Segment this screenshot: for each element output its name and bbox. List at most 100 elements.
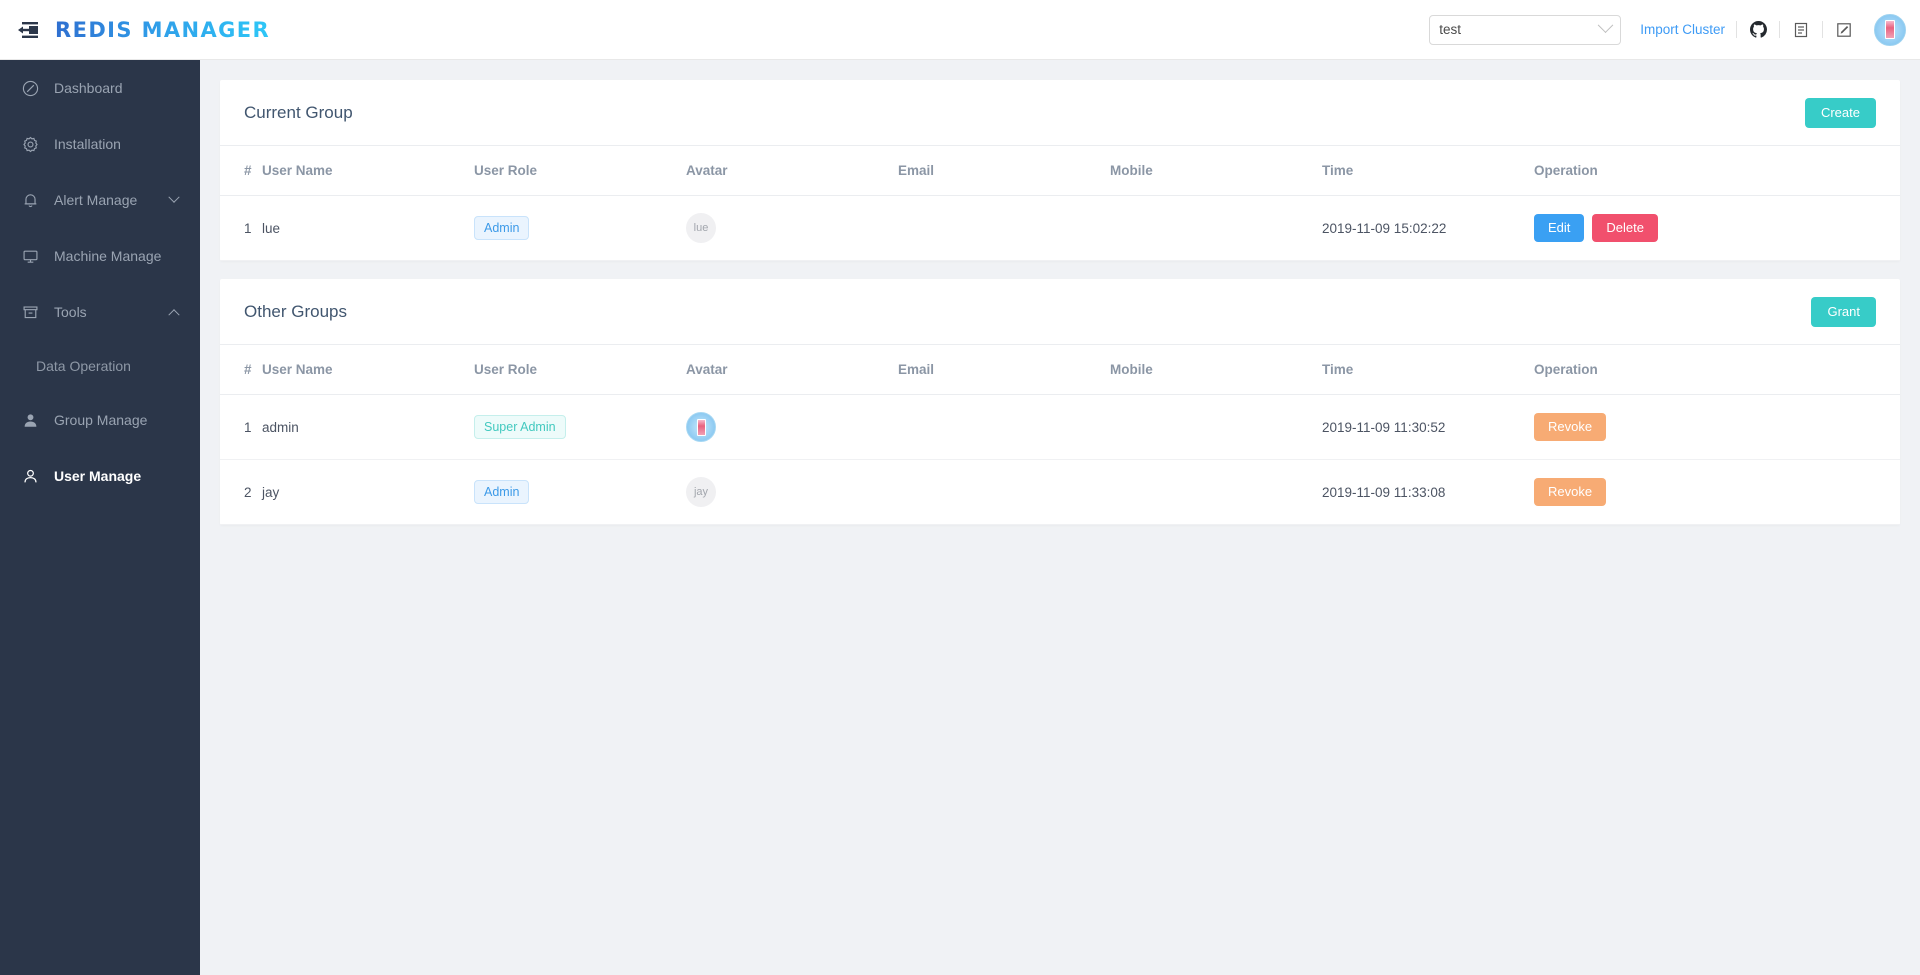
column-header-mobile: Mobile [1110, 345, 1322, 395]
user-filled-icon [20, 410, 40, 430]
cell-email [898, 195, 1110, 261]
sidebar-item-dashboard[interactable]: Dashboard [0, 60, 200, 116]
cell-avatar: lue [686, 195, 898, 261]
column-header-operation: Operation [1534, 146, 1900, 196]
status-badge: Super Admin [474, 415, 566, 439]
current-group-header: Current Group Create [220, 80, 1900, 146]
sidebar-item-user-manage[interactable]: User Manage [0, 448, 200, 504]
column-header-time: Time [1322, 146, 1534, 196]
cell-email [898, 394, 1110, 460]
revoke-button[interactable]: Revoke [1534, 413, 1607, 441]
monitor-icon [20, 246, 40, 266]
sidebar-item-installation[interactable]: Installation [0, 116, 200, 172]
sidebar-item-alert-manage[interactable]: Alert Manage [0, 172, 200, 228]
sidebar-item-label: Data Operation [36, 358, 131, 374]
avatar: lue [686, 213, 716, 243]
cell-operation: Edit Delete [1534, 195, 1900, 261]
app-header: REDIS MANAGER test Import Cluster [0, 0, 1920, 60]
bell-icon [20, 190, 40, 210]
sidebar-item-label: Group Manage [54, 412, 148, 428]
cell-mobile [1110, 394, 1322, 460]
cell-mobile [1110, 459, 1322, 525]
avatar-image [696, 418, 706, 436]
avatar: jay [686, 477, 716, 507]
table-row: 1 admin Super Admin 2019-11-09 11:30:52 [220, 394, 1900, 460]
current-group-table: # User Name User Role Avatar Email Mobil… [220, 146, 1900, 261]
table-row: 2 jay Admin jay 2019-11-09 11:33:08 Revo… [220, 459, 1900, 525]
create-button[interactable]: Create [1804, 97, 1876, 128]
cell-operation: Revoke [1534, 459, 1900, 525]
sidebar-item-group-manage[interactable]: Group Manage [0, 392, 200, 448]
column-header-role: User Role [474, 345, 686, 395]
column-header-index: # [220, 345, 262, 395]
app-brand-title: REDIS MANAGER [55, 17, 271, 42]
cell-role: Super Admin [474, 394, 686, 460]
other-groups-card: Other Groups Grant # User Name User Role… [220, 279, 1900, 525]
cell-operation: Revoke [1534, 394, 1900, 460]
github-icon[interactable] [1748, 20, 1768, 40]
table-row: 1 lue Admin lue 2019-11-09 15:02:22 Edit [220, 195, 1900, 261]
column-header-username: User Name [262, 345, 474, 395]
column-header-mobile: Mobile [1110, 146, 1322, 196]
status-badge: Admin [474, 216, 530, 240]
sidebar-item-label: Alert Manage [54, 192, 138, 208]
header-divider [1779, 21, 1780, 38]
main-content: Current Group Create # User Name User Ro… [200, 60, 1920, 975]
cell-avatar: jay [686, 459, 898, 525]
cell-time: 2019-11-09 11:30:52 [1322, 394, 1534, 460]
sidebar-item-label: Machine Manage [54, 248, 162, 264]
status-badge: Admin [474, 480, 530, 504]
sidebar-item-tools[interactable]: Tools [0, 284, 200, 340]
edit-icon[interactable] [1834, 20, 1854, 40]
delete-button[interactable]: Delete [1592, 214, 1658, 242]
sidebar-item-data-operation[interactable]: Data Operation [0, 340, 200, 392]
edit-button[interactable]: Edit [1534, 214, 1585, 242]
header-divider [1736, 21, 1737, 38]
cell-username: jay [262, 459, 474, 525]
gear-icon [20, 134, 40, 154]
avatar-image [1885, 20, 1895, 39]
avatar [686, 412, 716, 442]
sidebar-item-label: User Manage [54, 468, 142, 484]
table-header-row: # User Name User Role Avatar Email Mobil… [220, 345, 1900, 395]
header-divider [1822, 21, 1823, 38]
column-header-index: # [220, 146, 262, 196]
cell-mobile [1110, 195, 1322, 261]
avatar[interactable] [1874, 13, 1906, 46]
document-icon[interactable] [1791, 20, 1811, 40]
cell-time: 2019-11-09 15:02:22 [1322, 195, 1534, 261]
page-title: Current Group [244, 102, 353, 122]
table-header-row: # User Name User Role Avatar Email Mobil… [220, 146, 1900, 196]
other-groups-header: Other Groups Grant [220, 279, 1900, 345]
chevron-up-icon [168, 309, 180, 321]
cell-index: 1 [220, 195, 262, 261]
sidebar-item-label: Dashboard [54, 80, 123, 96]
dashboard-icon [20, 78, 40, 98]
section-title: Other Groups [244, 301, 347, 321]
chevron-down-icon [168, 191, 180, 203]
sidebar-item-label: Tools [54, 304, 87, 320]
column-header-email: Email [898, 146, 1110, 196]
column-header-email: Email [898, 345, 1110, 395]
grant-button[interactable]: Grant [1811, 296, 1876, 327]
revoke-button[interactable]: Revoke [1534, 478, 1607, 506]
cell-avatar [686, 394, 898, 460]
column-header-avatar: Avatar [686, 345, 898, 395]
cell-role: Admin [474, 195, 686, 261]
cell-role: Admin [474, 459, 686, 525]
cluster-select[interactable]: test [1429, 14, 1622, 45]
other-groups-table: # User Name User Role Avatar Email Mobil… [220, 345, 1900, 525]
cell-username: admin [262, 394, 474, 460]
menu-fold-icon[interactable] [17, 19, 39, 41]
sidebar-item-machine-manage[interactable]: Machine Manage [0, 228, 200, 284]
cell-username: lue [262, 195, 474, 261]
cluster-select-value: test [1439, 22, 1461, 37]
cell-index: 1 [220, 394, 262, 460]
sidebar: Dashboard Installation Alert Manage Mach… [0, 60, 200, 975]
tools-box-icon [20, 302, 40, 322]
import-cluster-link[interactable]: Import Cluster [1640, 22, 1725, 37]
cell-email [898, 459, 1110, 525]
header-actions: test Import Cluster [1429, 13, 1920, 46]
sidebar-item-label: Installation [54, 136, 121, 152]
cell-index: 2 [220, 459, 262, 525]
